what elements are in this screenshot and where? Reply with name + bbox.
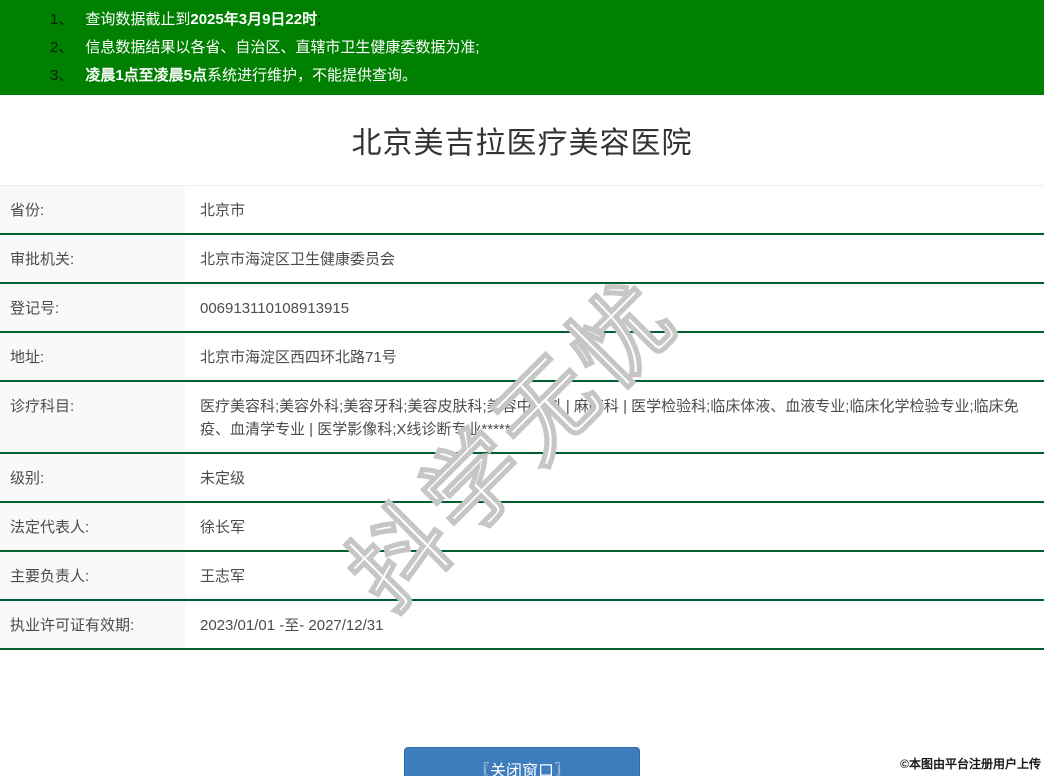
row-value: 未定级 — [185, 454, 1044, 501]
title-section: 北京美吉拉医疗美容医院 — [0, 95, 1044, 185]
table-row-legal-representative: 法定代表人: 徐长军 — [0, 503, 1044, 552]
row-label: 主要负责人: — [0, 552, 185, 599]
row-label: 省份: — [0, 186, 185, 233]
row-value: 2023/01/01 -至- 2027/12/31 — [185, 601, 1044, 648]
row-value: 徐长军 — [185, 503, 1044, 550]
table-row-registration-number: 登记号: 006913110108913915 — [0, 284, 1044, 333]
notice-number: 2、 — [50, 34, 73, 62]
row-value: 006913110108913915 — [185, 284, 1044, 331]
row-label: 法定代表人: — [0, 503, 185, 550]
row-value: 北京市海淀区卫生健康委员会 — [185, 235, 1044, 282]
row-label: 登记号: — [0, 284, 185, 331]
notice-header: 1、 查询数据截止到2025年3月9日22时; 2、 信息数据结果以各省、自治区… — [0, 0, 1044, 95]
row-label: 级别: — [0, 454, 185, 501]
table-row-approval-authority: 审批机关: 北京市海淀区卫生健康委员会 — [0, 235, 1044, 284]
notice-line-1: 1、 查询数据截止到2025年3月9日22时; — [0, 6, 1044, 34]
close-window-button[interactable]: 〖关闭窗口〗 — [404, 747, 640, 776]
row-label: 诊疗科目: — [0, 382, 185, 452]
table-row-medical-subjects: 诊疗科目: 医疗美容科;美容外科;美容牙科;美容皮肤科;美容中医科 | 麻醉科 … — [0, 382, 1044, 454]
row-value: 北京市 — [185, 186, 1044, 233]
table-row-province: 省份: 北京市 — [0, 186, 1044, 235]
table-row-address: 地址: 北京市海淀区西四环北路71号 — [0, 333, 1044, 382]
query-result-page: 1、 查询数据截止到2025年3月9日22时; 2、 信息数据结果以各省、自治区… — [0, 0, 1044, 776]
row-label: 地址: — [0, 333, 185, 380]
hospital-info-table: 省份: 北京市 审批机关: 北京市海淀区卫生健康委员会 登记号: 0069131… — [0, 185, 1044, 650]
row-value: 医疗美容科;美容外科;美容牙科;美容皮肤科;美容中医科 | 麻醉科 | 医学检验… — [185, 382, 1044, 452]
row-value: 北京市海淀区西四环北路71号 — [185, 333, 1044, 380]
attribution-text: ©本图由平台注册用户上传 — [900, 755, 1041, 772]
table-row-main-person-in-charge: 主要负责人: 王志军 — [0, 552, 1044, 601]
row-label: 审批机关: — [0, 235, 185, 282]
notice-line-2: 2、 信息数据结果以各省、自治区、直辖市卫生健康委数据为准; — [0, 34, 1044, 62]
page-title: 北京美吉拉医疗美容医院 — [352, 118, 693, 162]
notice-text: 凌晨1点至凌晨5点系统进行维护，不能提供查询。 — [85, 62, 417, 90]
table-row-license-validity: 执业许可证有效期: 2023/01/01 -至- 2027/12/31 — [0, 601, 1044, 650]
notice-line-3: 3、 凌晨1点至凌晨5点系统进行维护，不能提供查询。 — [0, 62, 1044, 90]
row-value: 王志军 — [185, 552, 1044, 599]
notice-text: 信息数据结果以各省、自治区、直辖市卫生健康委数据为准; — [85, 34, 479, 62]
notice-number: 3、 — [50, 62, 73, 90]
notice-number: 1、 — [50, 6, 73, 34]
row-label: 执业许可证有效期: — [0, 601, 185, 648]
notice-text: 查询数据截止到2025年3月9日22时; — [85, 6, 321, 34]
table-row-level: 级别: 未定级 — [0, 454, 1044, 503]
